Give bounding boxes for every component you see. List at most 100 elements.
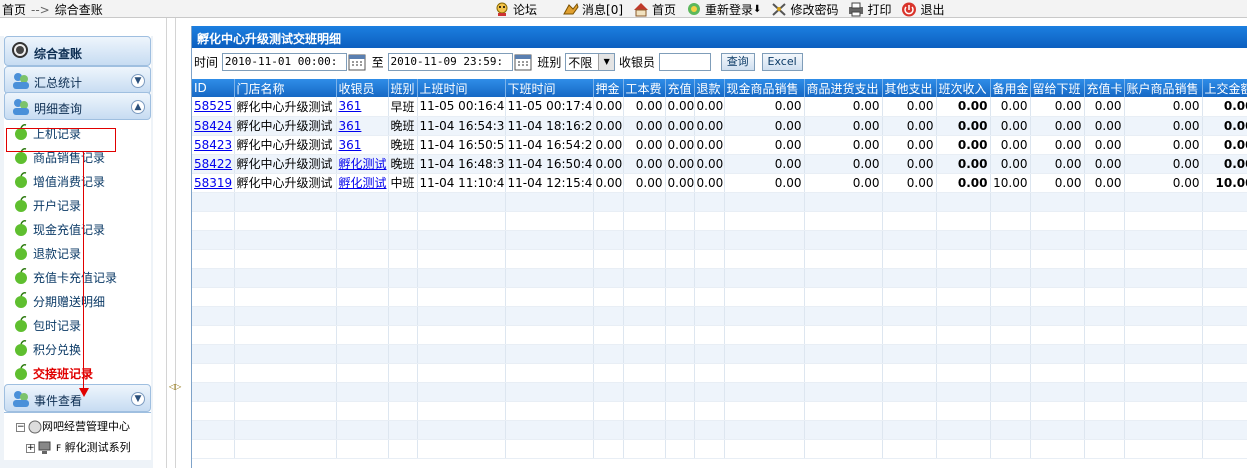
tree-node-root[interactable]: − 网吧经营管理中心 (16, 418, 130, 436)
print-link[interactable]: 打印 (848, 0, 891, 18)
column-header[interactable]: 门店名称 (234, 79, 337, 97)
empty-cell (417, 211, 506, 231)
empty-cell (192, 382, 235, 402)
tree-node-child[interactable]: + F 孵化测试系列 (26, 439, 131, 457)
messages-link[interactable]: 消息[0] (563, 0, 623, 18)
title-store: 孵化中心升级测试 (197, 32, 294, 46)
table-cell: 0.00 (1124, 154, 1203, 174)
sidebar-item-label: 增值消费记录 (33, 175, 106, 189)
sidebar-item-points-exchange[interactable]: 积分兑换 (4, 336, 151, 360)
column-header[interactable]: ID (192, 79, 235, 97)
relogin-link[interactable]: 重新登录 ⬇ (686, 0, 761, 18)
table-row[interactable]: 58525 孵化中心升级测试 361 早班 11-05 00:16:42 11-05 00… (192, 97, 1247, 117)
column-header[interactable]: 其他支出 (882, 79, 937, 97)
empty-cell (1124, 382, 1203, 402)
start-time-input[interactable]: 2010-11-01 00:00: (221, 53, 347, 71)
column-header[interactable]: 收银员 (336, 79, 389, 97)
empty-cell (936, 363, 991, 383)
column-header[interactable]: 上班时间 (417, 79, 506, 97)
splitter[interactable]: ◁▷ (166, 18, 181, 468)
column-header[interactable]: 上交金额 (1202, 79, 1247, 97)
empty-cell (694, 420, 725, 440)
sidebar-item-label: 分期赠送明细 (33, 295, 106, 309)
column-header[interactable]: 账户商品销售 (1124, 79, 1203, 97)
empty-cell (1030, 439, 1085, 459)
chevron-down-icon[interactable]: ▼ (131, 74, 145, 88)
sidebar-item-label: 交接班记录 (33, 367, 94, 381)
column-header[interactable]: 现金商品销售 (724, 79, 805, 97)
sidebar-item-value-added-records[interactable]: 增值消费记录 (4, 168, 151, 192)
empty-cell (505, 268, 594, 288)
cashier-link[interactable]: 孵化测试 (339, 157, 387, 171)
table-cell: 0.00 (593, 97, 624, 117)
collapse-icon[interactable]: − (16, 422, 25, 432)
column-header[interactable]: 商品进货支出 (804, 79, 883, 97)
column-header[interactable]: 班别 (388, 79, 418, 97)
record-id-link[interactable]: 58424 (194, 119, 232, 133)
cashier-input[interactable] (658, 53, 711, 71)
empty-cell (336, 363, 389, 383)
column-header[interactable]: 充值 (665, 79, 695, 97)
table-row[interactable]: 58424 孵化中心升级测试 361 晚班 11-04 16:54:39 11-04 18… (192, 116, 1247, 136)
sidebar-item-card-recharge-records[interactable]: 充值卡充值记录 (4, 264, 151, 288)
table-row[interactable]: 58422 孵化中心升级测试 孵化测试 晚班 11-04 16:48:33 11-04 1… (192, 154, 1247, 174)
table-row[interactable]: 58319 孵化中心升级测试 孵化测试 中班 11-04 11:10:42 11-04 1… (192, 173, 1247, 193)
breadcrumb-home[interactable]: 首页 (2, 3, 26, 17)
column-header[interactable]: 退款 (694, 79, 725, 97)
sidebar-section-events[interactable]: 事件查看 ▼ (4, 384, 151, 412)
shift-select[interactable]: 不限 ▼ (565, 53, 616, 71)
chevron-down-icon[interactable]: ▼ (131, 392, 145, 406)
cashier-link[interactable]: 361 (339, 138, 362, 152)
chevron-down-icon[interactable]: ▼ (598, 54, 615, 70)
empty-cell (388, 306, 418, 326)
top-bar: 首页 --> 综合查账 论坛 消息[0] 首页 重新登录 ⬇ 修改密码 打印 退出 (0, 0, 1247, 18)
record-id-link[interactable]: 58525 (194, 99, 232, 113)
sidebar-section-summary[interactable]: 汇总统计 ▼ (4, 66, 151, 94)
column-header[interactable]: 班次收入 (936, 79, 991, 97)
forum-link[interactable]: 论坛 (494, 0, 537, 18)
empty-row (192, 382, 1247, 402)
column-header[interactable]: 工本费 (623, 79, 666, 97)
empty-cell (234, 306, 337, 326)
shift-label: 班别 (537, 55, 562, 70)
change-password-link[interactable]: 修改密码 (771, 0, 838, 18)
excel-button[interactable]: Excel (761, 53, 803, 71)
empty-cell (1084, 287, 1125, 307)
sidebar-gap (153, 18, 166, 468)
empty-cell (665, 401, 695, 421)
record-id-link[interactable]: 58319 (194, 176, 232, 190)
column-header[interactable]: 充值卡 (1084, 79, 1125, 97)
time-label: 时间 (194, 55, 219, 70)
sidebar-item-time-package-records[interactable]: 包时记录 (4, 312, 151, 336)
calendar-icon[interactable] (348, 53, 366, 71)
empty-cell (1030, 192, 1085, 212)
sidebar-item-account-open-records[interactable]: 开户记录 (4, 192, 151, 216)
query-button[interactable]: 查询 (720, 53, 755, 71)
empty-cell (665, 382, 695, 402)
column-header[interactable]: 留给下班 (1030, 79, 1085, 97)
table-cell: 0.00 (593, 173, 624, 193)
column-header[interactable]: 押金 (593, 79, 624, 97)
home-link[interactable]: 首页 (633, 0, 676, 18)
cashier-link[interactable]: 361 (339, 119, 362, 133)
record-id-link[interactable]: 58423 (194, 138, 232, 152)
collapse-arrow-icon[interactable]: ◁▷ (169, 382, 181, 391)
column-header[interactable]: 下班时间 (505, 79, 594, 97)
sidebar-item-shift-handover-records[interactable]: 交接班记录 (4, 360, 151, 384)
sidebar-item-installment-gift[interactable]: 分期赠送明细 (4, 288, 151, 312)
sidebar-item-cash-recharge-records[interactable]: 现金充值记录 (4, 216, 151, 240)
empty-cell (936, 382, 991, 402)
sidebar-section-detail[interactable]: 明细查询 ▲ (4, 92, 151, 120)
end-time-input[interactable]: 2010-11-09 23:59: (387, 53, 513, 71)
record-id-link[interactable]: 58422 (194, 157, 232, 171)
cashier-link[interactable]: 361 (339, 99, 362, 113)
calendar-icon[interactable] (514, 53, 532, 71)
chevron-up-icon[interactable]: ▲ (131, 100, 145, 114)
sidebar-item-refund-records[interactable]: 退款记录 (4, 240, 151, 264)
empty-cell (882, 249, 937, 269)
column-header[interactable]: 备用金 (990, 79, 1031, 97)
table-row[interactable]: 58423 孵化中心升级测试 361 晚班 11-04 16:50:52 11-04 16… (192, 135, 1247, 155)
logout-link[interactable]: 退出 (901, 0, 944, 18)
cashier-link[interactable]: 孵化测试 (339, 176, 387, 190)
expand-icon[interactable]: + (26, 443, 35, 453)
